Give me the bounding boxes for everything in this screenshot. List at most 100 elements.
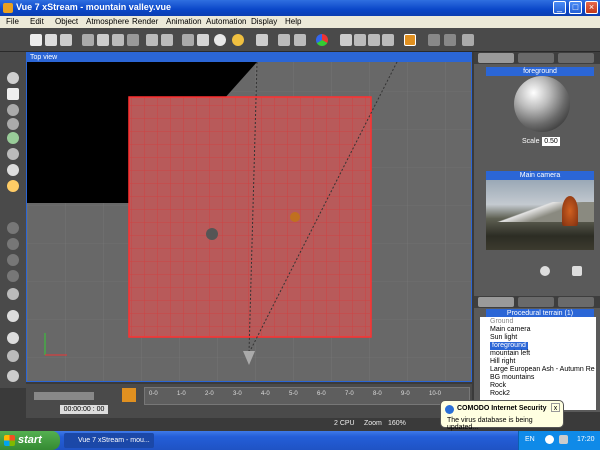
language-indicator[interactable]: EN xyxy=(525,436,535,443)
close-icon[interactable]: x xyxy=(551,403,560,412)
zoom-in-icon[interactable] xyxy=(354,34,366,46)
menu-display[interactable]: Display xyxy=(251,17,277,26)
sun-cloud-icon[interactable] xyxy=(232,34,244,46)
menu-object[interactable]: Object xyxy=(55,17,78,26)
plant-tool-icon[interactable] xyxy=(7,132,19,144)
start-button[interactable]: start xyxy=(0,431,60,450)
brush-icon[interactable] xyxy=(294,34,306,46)
cloud-icon[interactable] xyxy=(214,34,226,46)
tab-objects[interactable] xyxy=(478,297,514,307)
taskbar-item-vue[interactable]: Vue 7 xStream - mou... xyxy=(64,433,154,448)
scale-input[interactable]: 0.50 xyxy=(542,137,560,146)
move-icon[interactable] xyxy=(182,34,194,46)
zoom-out-icon[interactable] xyxy=(368,34,380,46)
new-file-icon[interactable] xyxy=(30,34,42,46)
save-icon[interactable] xyxy=(60,34,72,46)
timeline-ruler[interactable]: 0-0 1-0 2-0 3-0 4-0 5-0 6-0 7-0 8-0 9-0 … xyxy=(144,387,470,405)
menu-edit[interactable]: Edit xyxy=(30,17,44,26)
rock-tool-icon[interactable] xyxy=(7,148,19,160)
maximize-button[interactable]: □ xyxy=(569,1,582,14)
list-item[interactable]: Main camera xyxy=(490,326,530,334)
tree-object xyxy=(290,212,300,222)
menu-automation[interactable]: Automation xyxy=(206,17,246,26)
cpu-count: 2 CPU xyxy=(334,420,355,427)
right-panel: foreground Scale 0.50 Main camera Proced… xyxy=(474,52,600,412)
tab-links[interactable] xyxy=(558,297,594,307)
tab-materials[interactable] xyxy=(518,297,554,307)
tick-label: 3-0 xyxy=(233,391,242,397)
undo-icon[interactable] xyxy=(146,34,158,46)
material-preview-sphere[interactable] xyxy=(514,76,570,132)
tick-label: 8-0 xyxy=(373,391,382,397)
group-tool-icon[interactable] xyxy=(7,254,19,266)
playback-controls[interactable] xyxy=(34,392,94,400)
panel-icon[interactable] xyxy=(462,34,474,46)
material-icon[interactable] xyxy=(278,34,290,46)
layout-icon[interactable] xyxy=(404,34,416,46)
minimize-button[interactable]: _ xyxy=(553,1,566,14)
export-tool-icon[interactable] xyxy=(7,332,19,344)
view-icon[interactable] xyxy=(340,34,352,46)
render-area-icon[interactable] xyxy=(444,34,456,46)
zoom-value: 160% xyxy=(388,420,406,427)
redo-icon[interactable] xyxy=(161,34,173,46)
system-tray: EN 17:20 xyxy=(518,431,600,450)
list-item[interactable]: Rock2 xyxy=(490,390,510,398)
film-icon[interactable] xyxy=(428,34,440,46)
info-icon[interactable] xyxy=(7,370,19,382)
sphere-tool-icon[interactable] xyxy=(7,72,19,84)
light-tool-icon[interactable] xyxy=(7,180,19,192)
link-icon[interactable] xyxy=(197,34,209,46)
pan-icon[interactable] xyxy=(572,266,582,276)
menu-render[interactable]: Render xyxy=(132,17,158,26)
tab-numerics[interactable] xyxy=(518,53,554,63)
menu-animation[interactable]: Animation xyxy=(166,17,202,26)
menu-help[interactable]: Help xyxy=(285,17,301,26)
list-item[interactable]: Hill right xyxy=(490,358,515,366)
cloud-tool-icon[interactable] xyxy=(7,164,19,176)
menu-atmosphere[interactable]: Atmosphere xyxy=(86,17,129,26)
cut-icon[interactable] xyxy=(82,34,94,46)
paste-icon[interactable] xyxy=(112,34,124,46)
open-file-icon[interactable] xyxy=(45,34,57,46)
mountain-tool-icon[interactable] xyxy=(7,118,19,130)
hand-icon[interactable] xyxy=(540,266,550,276)
main-toolbar xyxy=(0,28,600,52)
scene-object-list[interactable]: Ground Main camera Sun light foreground … xyxy=(480,317,596,410)
key-icon[interactable] xyxy=(122,388,136,402)
timeline-panel: 0-0 1-0 2-0 3-0 4-0 5-0 6-0 7-0 8-0 9-0 … xyxy=(26,384,472,418)
list-item[interactable]: BG mountains xyxy=(490,374,534,382)
zoom-fit-icon[interactable] xyxy=(382,34,394,46)
align-tool-icon[interactable] xyxy=(7,288,19,300)
color-icon[interactable] xyxy=(316,34,328,46)
object-icon[interactable] xyxy=(256,34,268,46)
copy-icon[interactable] xyxy=(97,34,109,46)
list-item[interactable]: Ground xyxy=(490,318,513,326)
gear-icon[interactable] xyxy=(7,350,19,362)
terrain-tool-icon[interactable] xyxy=(7,104,19,116)
list-item[interactable]: Large European Ash - Autumn Re xyxy=(490,366,595,374)
time-field[interactable]: 00:00:00 : 00 xyxy=(60,405,108,414)
metablob-tool-icon[interactable] xyxy=(7,238,19,250)
network-tray-icon[interactable] xyxy=(559,435,568,444)
windows-flag-icon xyxy=(4,435,15,446)
tab-material[interactable] xyxy=(478,53,514,63)
taskbar-item-label: Vue 7 xStream - mou... xyxy=(78,437,150,444)
menu-file[interactable]: File xyxy=(6,17,19,26)
boolean-tool-icon[interactable] xyxy=(7,222,19,234)
close-button[interactable]: × xyxy=(585,1,598,14)
list-item[interactable]: Rock xyxy=(490,382,506,390)
notification-balloon[interactable]: COMODO Internet Security x The virus dat… xyxy=(440,400,564,431)
camera-preview[interactable] xyxy=(486,180,594,250)
tab-aspect[interactable] xyxy=(558,53,594,63)
list-item[interactable]: mountain left xyxy=(490,350,530,358)
top-view-viewport[interactable]: Top view xyxy=(26,52,472,382)
import-tool-icon[interactable] xyxy=(7,310,19,322)
list-item[interactable]: Sun light xyxy=(490,334,517,342)
text-tool-icon[interactable] xyxy=(7,88,19,100)
list-item-selected[interactable]: foreground xyxy=(490,342,528,350)
balloon-body: The virus database is being updated... xyxy=(447,417,533,431)
comodo-tray-icon[interactable] xyxy=(545,435,554,444)
ungroup-tool-icon[interactable] xyxy=(7,270,19,282)
delete-icon[interactable] xyxy=(127,34,139,46)
